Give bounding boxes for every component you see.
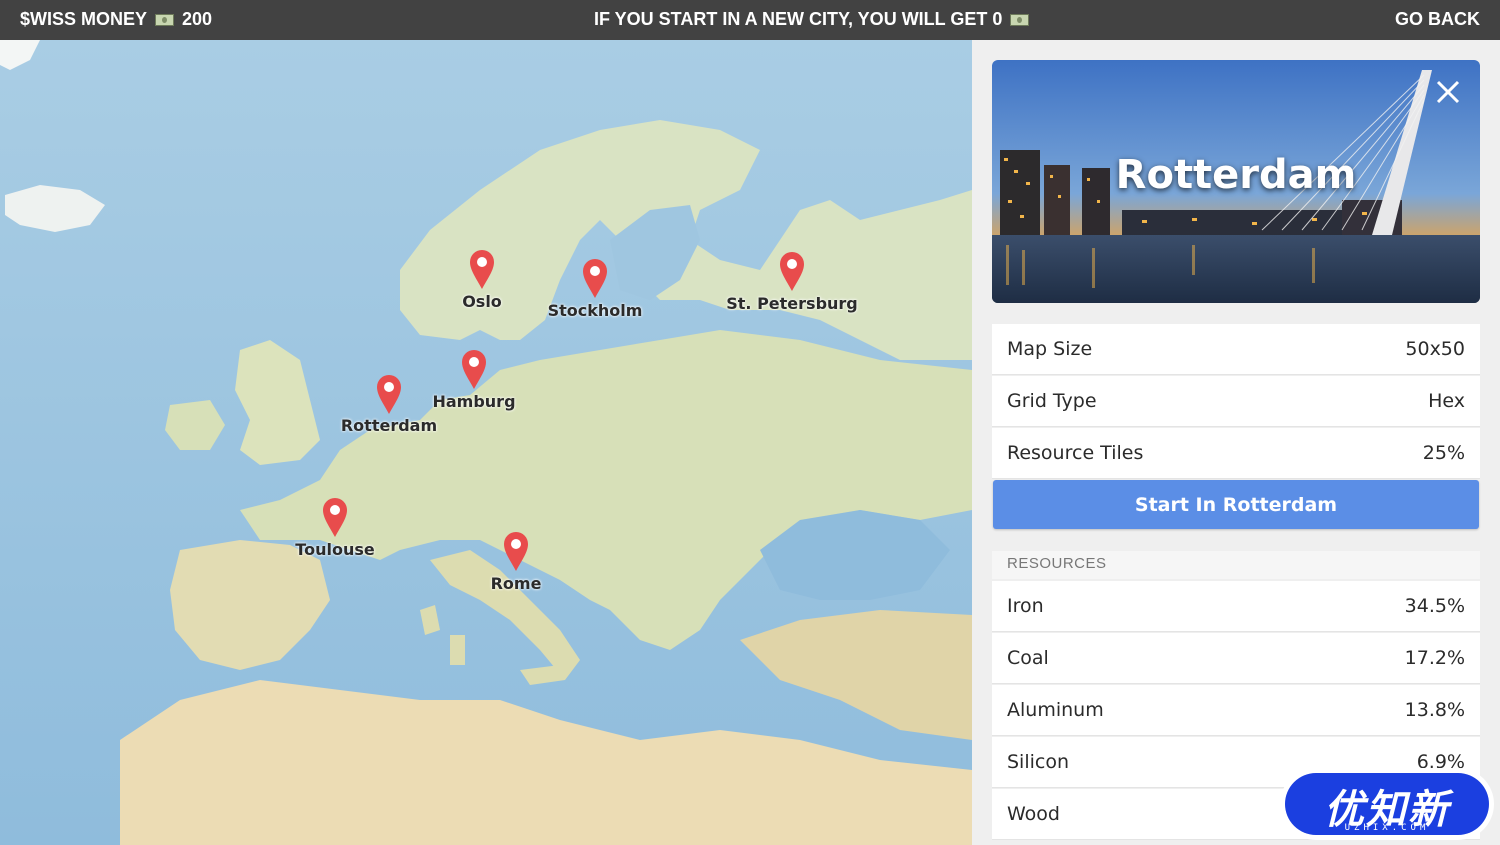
resources-header: RESOURCES: [992, 551, 1480, 579]
close-icon[interactable]: [1434, 78, 1462, 106]
stat-value: Hex: [1428, 390, 1465, 412]
resource-label: Wood: [1007, 803, 1060, 825]
start-bonus-notice: IF YOU START IN A NEW CITY, YOU WILL GET…: [594, 9, 1030, 30]
money-label: $WISS MONEY: [20, 9, 148, 29]
resource-row-aluminum: Aluminum 13.8%: [992, 685, 1480, 736]
europe-map[interactable]: Oslo Stockholm St. Petersburg Hamburg Ro…: [0, 40, 972, 845]
stat-label: Grid Type: [1007, 390, 1097, 412]
notice-text: IF YOU START IN A NEW CITY, YOU WILL GET…: [594, 9, 1003, 29]
map-background: [0, 40, 972, 845]
stat-row-map-size: Map Size 50x50: [992, 324, 1480, 375]
city-title: Rotterdam: [1115, 152, 1357, 198]
stat-row-resource-tiles: Resource Tiles 25%: [992, 428, 1480, 479]
city-label-toulouse[interactable]: Toulouse: [295, 540, 374, 559]
resource-value: 17.2%: [1404, 647, 1465, 669]
city-pin-rotterdam[interactable]: [375, 373, 403, 415]
city-label-rome[interactable]: Rome: [491, 574, 542, 593]
watermark-subtext: UZHIX.COM: [1344, 823, 1430, 833]
resource-label: Coal: [1007, 647, 1049, 669]
city-label-oslo[interactable]: Oslo: [462, 292, 502, 311]
city-pin-hamburg[interactable]: [460, 348, 488, 390]
resource-label: Silicon: [1007, 751, 1070, 773]
resource-row-coal: Coal 17.2%: [992, 633, 1480, 684]
money-display: $WISS MONEY 200: [20, 9, 212, 30]
city-hero-image: Rotterdam: [992, 60, 1480, 303]
city-pin-oslo[interactable]: [468, 248, 496, 290]
watermark-logo: 优知新 UZHIX.COM: [1280, 768, 1494, 840]
start-city-button[interactable]: Start In Rotterdam: [993, 480, 1479, 529]
resource-row-iron: Iron 34.5%: [992, 581, 1480, 632]
city-label-hamburg[interactable]: Hamburg: [432, 392, 515, 411]
stat-label: Resource Tiles: [1007, 442, 1144, 464]
banknote-icon: [155, 13, 175, 26]
money-value: 200: [182, 9, 213, 29]
stat-value: 50x50: [1405, 338, 1465, 360]
resource-label: Iron: [1007, 595, 1044, 617]
city-pin-rome[interactable]: [502, 530, 530, 572]
city-label-rotterdam[interactable]: Rotterdam: [341, 416, 437, 435]
stat-label: Map Size: [1007, 338, 1093, 360]
city-pin-toulouse[interactable]: [321, 496, 349, 538]
city-label-st-petersburg[interactable]: St. Petersburg: [726, 294, 858, 313]
stat-row-grid-type: Grid Type Hex: [992, 376, 1480, 427]
top-bar: $WISS MONEY 200 IF YOU START IN A NEW CI…: [0, 0, 1500, 40]
city-info-panel: Rotterdam Map Size 50x50 Grid Type Hex R…: [972, 40, 1500, 845]
watermark-badge: 优知新 UZHIX.COM: [1285, 773, 1489, 835]
resource-value: 34.5%: [1404, 595, 1465, 617]
resource-value: 13.8%: [1404, 699, 1465, 721]
banknote-icon: [1010, 13, 1030, 26]
city-pin-st-petersburg[interactable]: [778, 250, 806, 292]
stat-value: 25%: [1422, 442, 1465, 464]
city-label-stockholm[interactable]: Stockholm: [548, 301, 643, 320]
resource-label: Aluminum: [1007, 699, 1104, 721]
city-pin-stockholm[interactable]: [581, 257, 609, 299]
go-back-button[interactable]: GO BACK: [1395, 9, 1480, 30]
